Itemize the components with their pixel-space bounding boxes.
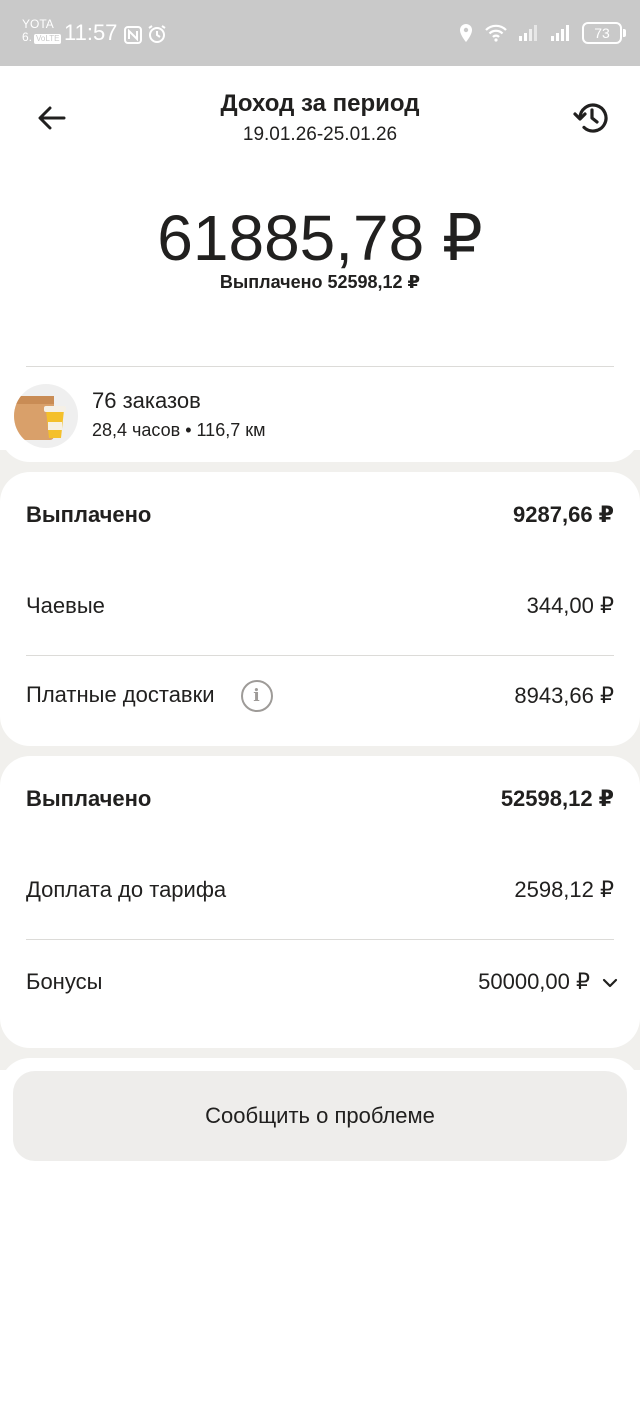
bonus-paid-row: Выплачено 52598,12 ₽ — [26, 786, 614, 812]
row-value: 50000,00 ₽ — [478, 969, 590, 994]
total-income: 61885,78 ₽ — [157, 202, 483, 274]
orders-count: 76 заказов — [92, 388, 201, 413]
history-button[interactable] — [572, 98, 612, 138]
nfc-icon — [124, 26, 142, 44]
divider — [26, 366, 614, 367]
network-type: 6. — [22, 30, 33, 44]
earnings-paid-row: Выплачено 9287,66 ₽ — [26, 502, 614, 528]
tips-row: Чаевые 344,00 ₽ — [26, 593, 614, 619]
period-range: 19.01.26-25.01.26 — [242, 124, 398, 145]
row-label: Платные доставки — [26, 681, 215, 707]
status-left-icons — [124, 24, 167, 48]
alarm-icon — [148, 25, 166, 43]
volte-badge: VoLTE — [34, 34, 62, 44]
wifi-icon — [485, 24, 507, 42]
divider — [26, 939, 614, 940]
orders-stats: 28,4 часов • 116,7 км — [92, 420, 266, 440]
carrier-info: YOTA 6. VoLTE — [22, 18, 62, 44]
delivery-bag-icon — [14, 396, 66, 440]
row-value: 52598,12 ₽ — [500, 786, 614, 811]
orders-card[interactable]: 76 заказов 28,4 часов • 116,7 км — [0, 300, 640, 462]
status-time: 11:57 — [64, 20, 118, 45]
row-label: Чаевые — [26, 593, 105, 618]
battery-indicator: 73 — [582, 22, 626, 44]
row-label: Бонусы — [26, 969, 103, 994]
location-icon — [460, 24, 472, 42]
info-icon[interactable]: i — [240, 680, 273, 712]
history-icon — [573, 103, 608, 133]
total-paid: Выплачено 52598,12 ₽ — [219, 272, 421, 292]
row-label: Выплачено — [26, 786, 152, 811]
chevron-down-icon — [602, 979, 618, 988]
row-label: Выплачено — [26, 502, 152, 527]
bonuses-row[interactable]: Бонусы 50000,00 ₽ — [26, 969, 618, 995]
report-problem-button[interactable]: Сообщить о проблеме — [13, 1071, 627, 1161]
status-right-icons: 73 — [458, 22, 626, 44]
bonuses-card: Выплачено 52598,12 ₽ Доплата до тарифа 2… — [0, 756, 640, 1048]
paid-deliveries-row: Платные доставки i 8943,66 ₽ — [26, 680, 614, 712]
status-bar: YOTA 6. VoLTE 11:57 73 — [0, 0, 640, 66]
actions-panel: Сообщить о проблеме — [0, 1058, 640, 1188]
signal-icon-1 — [519, 25, 537, 41]
earnings-card: Выплачено 9287,66 ₽ Чаевые 344,00 ₽ Плат… — [0, 472, 640, 746]
row-value: 8943,66 ₽ — [514, 683, 614, 708]
signal-icon-2 — [551, 25, 569, 41]
orders-avatar — [14, 384, 78, 448]
divider — [26, 655, 614, 656]
row-value: 9287,66 ₽ — [513, 502, 614, 527]
tariff-supplement-row: Доплата до тарифа 2598,12 ₽ — [26, 877, 614, 903]
page-header: Доход за период 19.01.26-25.01.26 — [0, 66, 640, 206]
row-value: 344,00 ₽ — [526, 593, 614, 618]
row-label: Доплата до тарифа — [26, 877, 227, 902]
page-title: Доход за период — [220, 90, 420, 117]
row-value: 2598,12 ₽ — [514, 877, 614, 902]
